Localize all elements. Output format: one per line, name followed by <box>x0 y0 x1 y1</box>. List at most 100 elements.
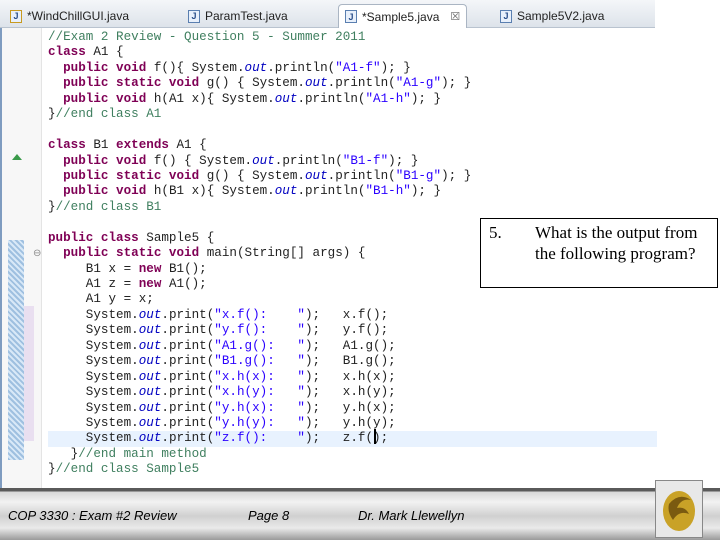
code-token: "B1-f" <box>342 153 389 168</box>
code-line[interactable]: public static void g() { System.out.prin… <box>48 169 657 184</box>
code-token: .println( <box>327 76 396 91</box>
slide-footer: COP 3330 : Exam #2 Review Page 8 Dr. Mar… <box>0 488 720 540</box>
code-token: public class <box>48 230 139 245</box>
code-token: ); A1.g(); <box>305 338 396 353</box>
code-token: out <box>304 168 328 183</box>
code-token: "y.h(x): " <box>214 400 305 415</box>
code-token: ); } <box>380 60 411 75</box>
question-text: What is the output from the following pr… <box>535 223 698 263</box>
code-line[interactable]: }//end main method <box>48 447 657 462</box>
override-indicator-icon <box>12 154 22 160</box>
code-token: public void <box>63 60 147 75</box>
code-token: out <box>138 400 162 415</box>
question-number: 5. <box>489 223 502 242</box>
tab-sample5-java[interactable]: J *Sample5.java ☒ <box>338 4 468 28</box>
code-token: //Exam 2 Review - Question 5 - Summer 20… <box>48 30 366 44</box>
code-token: out <box>244 60 268 75</box>
code-token: System. <box>48 400 139 415</box>
code-token: "B1-h" <box>365 184 411 199</box>
code-token: "B1.g(): " <box>214 354 305 369</box>
code-line[interactable]: System.out.print("y.h(y): "); y.h(y); <box>48 416 657 431</box>
code-token: public void <box>63 91 147 106</box>
code-token: out <box>274 184 298 199</box>
code-line[interactable]: System.out.print("x.f(): "); x.f(); <box>48 308 657 323</box>
tab-sample5v2-java[interactable]: J Sample5V2.java <box>494 4 610 28</box>
code-line[interactable]: public void h(A1 x){ System.out.println(… <box>48 92 657 107</box>
code-token: out <box>138 354 162 369</box>
code-token: .print( <box>161 323 215 338</box>
code-line[interactable]: System.out.print("A1.g(): "); A1.g(); <box>48 339 657 354</box>
code-token: Sample5 { <box>138 230 215 245</box>
code-line[interactable]: }//end class B1 <box>48 200 657 215</box>
code-token: .print( <box>161 338 215 353</box>
code-line[interactable]: }//end class Sample5 <box>48 462 657 477</box>
code-token: A1 y = x; <box>48 292 154 307</box>
code-token: A1 { <box>85 45 124 60</box>
code-token: ); } <box>441 168 472 183</box>
code-token: ); } <box>388 153 419 168</box>
code-token: class <box>48 138 86 153</box>
code-token: public void <box>63 184 147 199</box>
code-line[interactable]: public void f() { System.out.println("B1… <box>48 154 657 169</box>
code-line[interactable]: System.out.print("y.f(): "); y.f(); <box>48 323 657 338</box>
code-token: "A1-f" <box>335 60 381 75</box>
code-line[interactable]: A1 y = x; <box>48 292 657 307</box>
code-token: new <box>138 277 162 291</box>
code-token: .print( <box>161 369 215 384</box>
code-token: .print( <box>161 385 215 400</box>
code-token: System. <box>48 354 139 369</box>
code-token: "A1.g(): " <box>214 338 305 353</box>
code-line[interactable]: System.out.print("y.h(x): "); y.h(x); <box>48 401 657 416</box>
code-token: class <box>48 45 86 60</box>
footer-course: COP 3330 : Exam #2 Review <box>8 508 177 523</box>
code-line-current[interactable]: System.out.print("z.f(): "); z.f(); <box>48 431 657 447</box>
code-token: "y.h(y): " <box>214 415 305 430</box>
code-line[interactable]: class B1 extends A1 { <box>48 138 657 153</box>
code-token: } <box>48 462 56 477</box>
code-line[interactable] <box>48 123 657 138</box>
code-token: out <box>138 431 162 446</box>
code-token: System. <box>48 369 139 384</box>
code-token: out <box>138 415 162 430</box>
code-token: "x.f(): " <box>214 307 305 322</box>
code-line[interactable]: public void h(B1 x){ System.out.println(… <box>48 184 657 199</box>
tab-paramtest-java[interactable]: J ParamTest.java <box>182 4 294 28</box>
code-token: System. <box>48 431 139 446</box>
code-token: out <box>138 385 162 400</box>
code-token: .println( <box>297 184 366 199</box>
code-line[interactable]: System.out.print("B1.g(): "); B1.g(); <box>48 354 657 369</box>
code-token: ); x.f(); <box>305 307 389 322</box>
code-line[interactable]: public static void g() { System.out.prin… <box>48 76 657 91</box>
code-token: B1 x = <box>48 261 139 276</box>
code-line[interactable]: System.out.print("x.h(x): "); x.h(x); <box>48 370 657 385</box>
close-tab-icon[interactable]: ☒ <box>450 10 460 23</box>
footer-author: Dr. Mark Llewellyn <box>358 508 465 523</box>
code-token: System. <box>48 385 139 400</box>
code-token: } <box>48 199 56 214</box>
question-box: 5. What is the output from the following… <box>480 218 718 288</box>
code-token: new <box>138 261 162 276</box>
code-token: public void <box>63 153 147 168</box>
code-line[interactable]: }//end class A1 <box>48 107 657 122</box>
code-token: System. <box>48 338 139 353</box>
code-token: ); B1.g(); <box>305 354 396 369</box>
code-token: .println( <box>274 153 343 168</box>
ucf-pegasus-logo <box>655 480 703 538</box>
code-line[interactable]: System.out.print("x.h(y): "); x.h(y); <box>48 385 657 400</box>
code-token: out <box>138 338 162 353</box>
fold-collapse-icon[interactable]: ⊖ <box>33 248 41 259</box>
code-token: A1 { <box>168 138 207 153</box>
code-line[interactable]: public void f(){ System.out.println("A1-… <box>48 61 657 76</box>
code-token: f(){ System. <box>146 60 245 75</box>
code-line[interactable]: class A1 { <box>48 45 657 60</box>
code-token: ); } <box>441 76 472 91</box>
code-token: A1 z = <box>48 277 139 291</box>
tab-windchillgui-java[interactable]: J *WindChillGUI.java <box>4 4 135 28</box>
code-token: ); } <box>410 91 442 106</box>
code-line[interactable]: //Exam 2 Review - Question 5 - Summer 20… <box>48 30 657 45</box>
code-token: B1(); <box>161 261 207 276</box>
